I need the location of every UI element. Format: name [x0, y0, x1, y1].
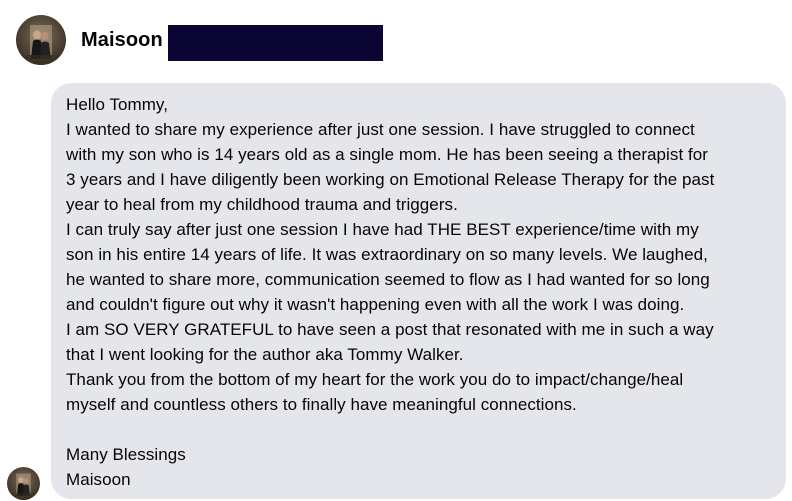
- message-line: son in his entire 14 years of life. It w…: [66, 245, 708, 264]
- message-line: Hello Tommy,: [66, 95, 168, 114]
- message-header: Maisoon: [16, 14, 163, 66]
- redaction-bar: [168, 25, 383, 61]
- message-bubble: Hello Tommy, I wanted to share my experi…: [51, 83, 786, 499]
- message-line: year to heal from my childhood trauma an…: [66, 195, 458, 214]
- message-avatar[interactable]: [7, 467, 40, 500]
- sender-avatar[interactable]: [16, 15, 66, 65]
- message-signature: Maisoon: [66, 470, 131, 489]
- message-line: I am SO VERY GRATEFUL to have seen a pos…: [66, 320, 714, 339]
- profile-photo-icon: [16, 15, 66, 65]
- message-line: that I went looking for the author aka T…: [66, 345, 464, 364]
- message-line: Thank you from the bottom of my heart fo…: [66, 370, 684, 389]
- message-line: he wanted to share more, communication s…: [66, 270, 710, 289]
- message-closing: Many Blessings: [66, 445, 186, 464]
- sender-name[interactable]: Maisoon: [81, 29, 163, 52]
- message-line: 3 years and I have diligently been worki…: [66, 170, 715, 189]
- message-line: myself and countless others to finally h…: [66, 395, 577, 414]
- profile-photo-icon: [7, 467, 40, 500]
- message-line: with my son who is 14 years old as a sin…: [66, 145, 708, 164]
- message-line: I can truly say after just one session I…: [66, 220, 699, 239]
- message-line: and couldn't figure out why it wasn't ha…: [66, 295, 685, 314]
- message-line: I wanted to share my experience after ju…: [66, 120, 695, 139]
